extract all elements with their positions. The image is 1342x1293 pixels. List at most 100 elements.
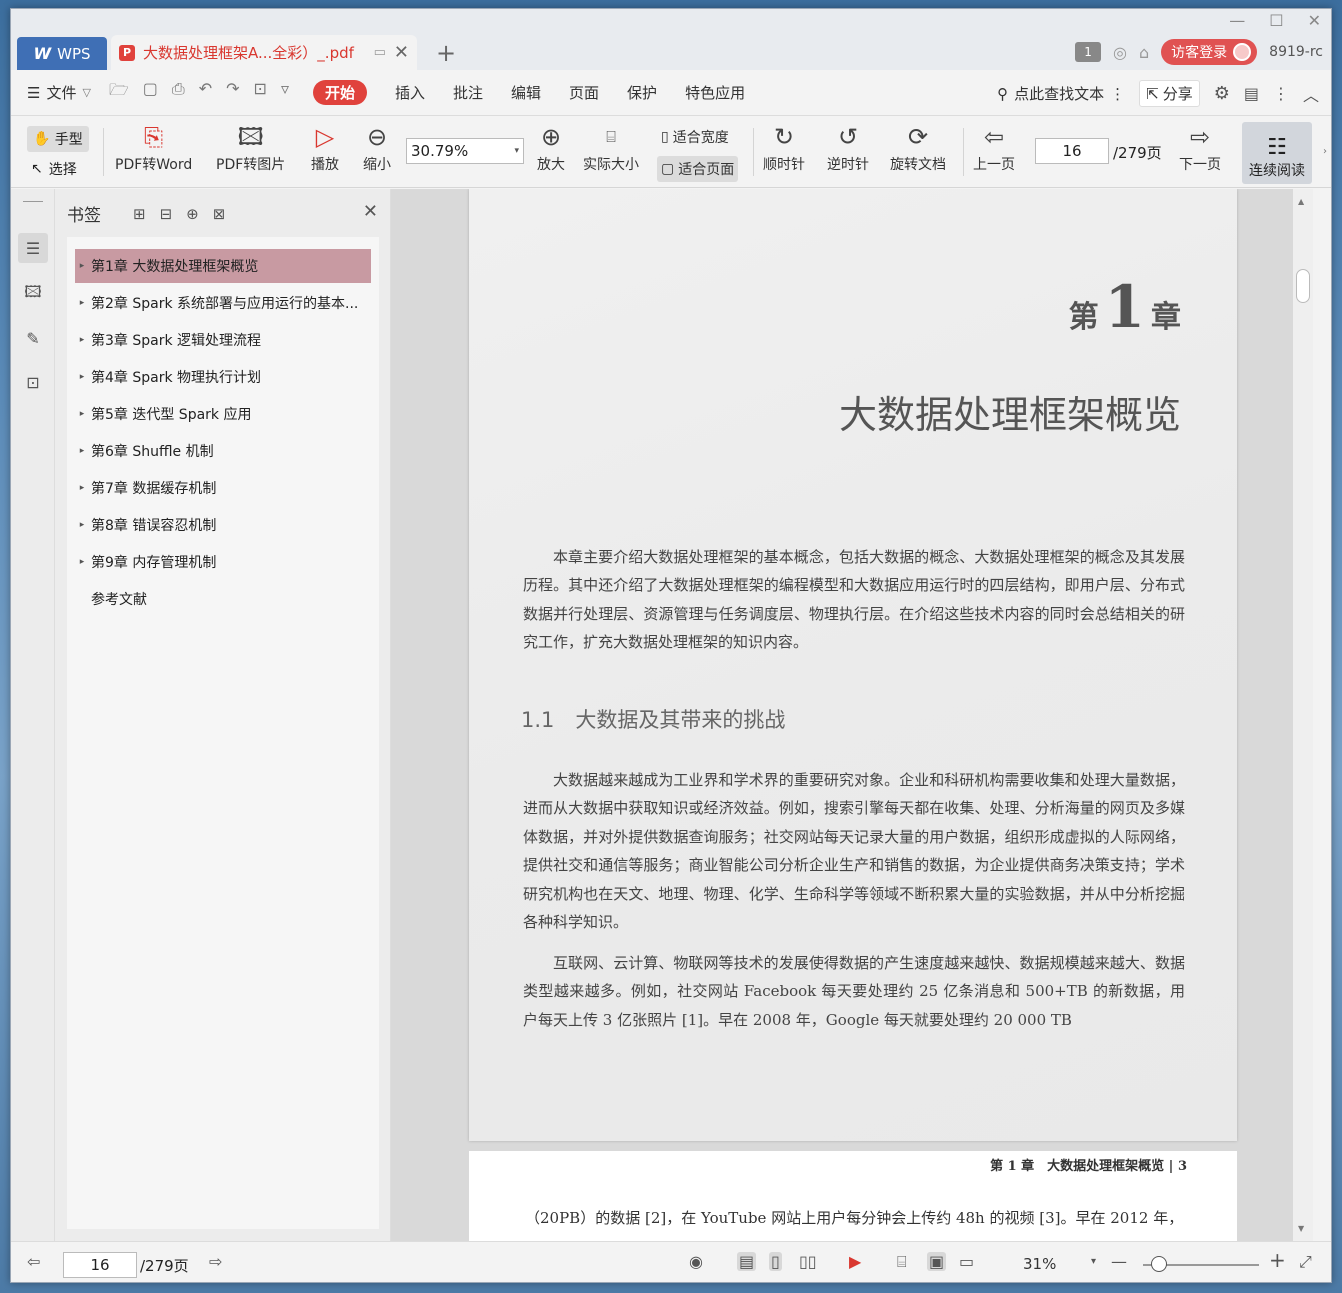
continuous-reading-button[interactable]: ☷ 连续阅读: [1242, 122, 1312, 184]
settings-icon[interactable]: ⚙: [1214, 83, 1230, 104]
redo-icon[interactable]: ↷: [226, 79, 239, 106]
hand-tool-button[interactable]: ✋ 手型: [27, 126, 89, 152]
fullscreen-icon[interactable]: ⤢: [1299, 1252, 1312, 1272]
close-panel-icon[interactable]: ✕: [363, 201, 378, 222]
continuous-page-icon[interactable]: ▯: [769, 1252, 782, 1271]
guest-login-button[interactable]: 访客登录: [1161, 39, 1258, 65]
maximize-icon[interactable]: ☐: [1269, 11, 1283, 30]
bookmark-item[interactable]: 参考文献: [75, 582, 371, 616]
select-tool-button[interactable]: ↖ 选择: [31, 156, 77, 182]
tab-special[interactable]: 特色应用: [685, 82, 745, 103]
actual-size-icon[interactable]: ⌸: [897, 1252, 907, 1272]
comment-icon[interactable]: ▤: [1244, 84, 1259, 103]
shirt-icon[interactable]: ⌂: [1139, 43, 1149, 62]
collapse-ribbon-icon[interactable]: ︿: [1303, 82, 1319, 106]
open-folder-icon[interactable]: 🗁: [109, 79, 129, 106]
wps-home-tab[interactable]: W WPS: [17, 37, 107, 70]
fit-width-button[interactable]: ▯ 适合宽度: [657, 124, 733, 150]
actual-size-button[interactable]: ⌸ 实际大小: [583, 120, 639, 174]
bookmark-item[interactable]: ▸ 第9章 内存管理机制: [75, 545, 371, 579]
arrow-right-icon[interactable]: ⇨: [209, 1252, 222, 1271]
image-panel-icon[interactable]: ⊡: [18, 367, 48, 397]
bookmark-item[interactable]: ▸ 第3章 Spark 逻辑处理流程: [75, 323, 371, 357]
eye-protection-icon[interactable]: ◉: [689, 1252, 703, 1271]
caret-right-icon[interactable]: ▸: [75, 261, 89, 271]
screen-icon[interactable]: ▭: [374, 45, 386, 60]
tab-insert[interactable]: 插入: [395, 82, 425, 103]
undo-icon[interactable]: ↶: [199, 79, 212, 106]
add-bookmark-icon[interactable]: ⊕: [186, 205, 199, 223]
play-button[interactable]: ▷ 播放: [311, 120, 339, 174]
document-view[interactable]: 第 1 章 大数据处理框架概览 本章主要介绍大数据处理框架的基本概念，包括大数据…: [391, 189, 1313, 1241]
search-more-icon[interactable]: ⋮: [1110, 85, 1125, 103]
export-image-icon[interactable]: ⊡: [254, 79, 267, 106]
zoom-in-button[interactable]: ⊕ 放大: [537, 120, 565, 174]
caret-right-icon[interactable]: ▸: [75, 446, 89, 456]
status-page-input[interactable]: 16: [63, 1252, 137, 1278]
tab-annotate[interactable]: 批注: [453, 82, 483, 103]
zoom-out-icon[interactable]: —: [1111, 1252, 1127, 1271]
two-page-icon[interactable]: ▯▯: [799, 1252, 817, 1271]
rotate-document-button[interactable]: ⟳ 旋转文档: [890, 120, 946, 174]
bookmark-item[interactable]: ▸ 第8章 错误容忍机制: [75, 508, 371, 542]
single-page-icon[interactable]: ▤: [737, 1252, 757, 1271]
tab-close-icon[interactable]: ✕: [394, 42, 409, 63]
scroll-down-icon[interactable]: ▼: [1298, 1224, 1304, 1233]
bookmark-item[interactable]: ▸ 第4章 Spark 物理执行计划: [75, 360, 371, 394]
tab-start[interactable]: 开始: [312, 80, 367, 105]
tab-page[interactable]: 页面: [569, 82, 599, 103]
new-tab-button[interactable]: +: [436, 39, 456, 67]
caret-right-icon[interactable]: ▸: [75, 520, 89, 530]
caret-right-icon[interactable]: ▸: [75, 298, 89, 308]
print-icon[interactable]: ⎙: [172, 79, 185, 106]
file-menu[interactable]: ☰ 文件 ▽: [27, 82, 91, 103]
fit-page-button[interactable]: ▢ 适合页面: [657, 156, 739, 182]
bookmark-panel-icon[interactable]: ☰: [18, 233, 48, 263]
tab-protect[interactable]: 保护: [627, 82, 657, 103]
bookmark-item[interactable]: ▸ 第7章 数据缓存机制: [75, 471, 371, 505]
zoom-level-input[interactable]: 30.79% ▾: [406, 138, 524, 164]
save-icon[interactable]: ▢: [143, 79, 158, 106]
chevron-down-icon[interactable]: ▾: [1091, 1256, 1096, 1267]
caret-right-icon[interactable]: ▸: [75, 557, 89, 567]
rotate-clockwise-button[interactable]: ↻ 顺时针: [763, 120, 805, 174]
bookmark-item[interactable]: ▸ 第5章 迭代型 Spark 应用: [75, 397, 371, 431]
zoom-out-button[interactable]: ⊖ 缩小: [363, 120, 391, 174]
pdf-to-word-button[interactable]: ⎘ PDF转Word: [115, 120, 192, 174]
zoom-in-icon[interactable]: +: [1269, 1248, 1286, 1272]
scroll-up-icon[interactable]: ▲: [1298, 197, 1304, 206]
minimize-icon[interactable]: —: [1229, 11, 1245, 30]
ribbon-scroll-right-icon[interactable]: ›: [1323, 146, 1327, 157]
vertical-scrollbar[interactable]: ▲ ▼: [1293, 189, 1313, 1241]
more-icon[interactable]: ⋮: [1273, 84, 1289, 103]
rotate-counterclockwise-button[interactable]: ↺ 逆时针: [827, 120, 869, 174]
search-text-box[interactable]: ⚲ 点此查找文本 ⋮: [997, 83, 1125, 104]
collapse-all-icon[interactable]: ⊟: [160, 205, 173, 223]
pdf-to-image-button[interactable]: 🖾 PDF转图片: [216, 120, 285, 174]
status-zoom-value[interactable]: 31%: [1023, 1255, 1056, 1273]
caret-right-icon[interactable]: ▸: [75, 335, 89, 345]
bookmark-options-icon[interactable]: ⊠: [213, 205, 226, 223]
caret-right-icon[interactable]: ▸: [75, 409, 89, 419]
close-icon[interactable]: ✕: [1308, 11, 1321, 30]
caret-right-icon[interactable]: ▸: [75, 372, 89, 382]
zoom-slider-handle[interactable]: [1151, 1256, 1167, 1272]
bookmark-item[interactable]: ▸ 第1章 大数据处理框架概览: [75, 249, 371, 283]
window-count-badge[interactable]: 1: [1075, 42, 1102, 62]
annotation-panel-icon[interactable]: ✎: [18, 323, 48, 353]
tab-edit[interactable]: 编辑: [511, 82, 541, 103]
fit-page-icon[interactable]: ▣: [927, 1252, 947, 1271]
arrow-left-icon[interactable]: ⇦: [27, 1252, 40, 1271]
more-dropdown-icon[interactable]: ▿: [281, 79, 289, 106]
expand-all-icon[interactable]: ⊞: [133, 205, 146, 223]
previous-page-button[interactable]: ⇦ 上一页: [973, 120, 1015, 174]
chevron-down-icon[interactable]: ▾: [514, 146, 519, 156]
share-button[interactable]: ⇱ 分享: [1139, 80, 1200, 107]
fit-width-icon[interactable]: ▭: [959, 1252, 974, 1271]
caret-right-icon[interactable]: ▸: [75, 483, 89, 493]
thumbnail-panel-icon[interactable]: 🖾: [18, 279, 48, 309]
bookmark-item[interactable]: ▸ 第2章 Spark 系统部署与应用运行的基本...: [75, 286, 371, 320]
bookmark-item[interactable]: ▸ 第6章 Shuffle 机制: [75, 434, 371, 468]
document-tab[interactable]: P 大数据处理框架A...全彩）_.pdf ▭ ✕: [111, 35, 417, 70]
play-icon[interactable]: ▶: [849, 1252, 861, 1271]
